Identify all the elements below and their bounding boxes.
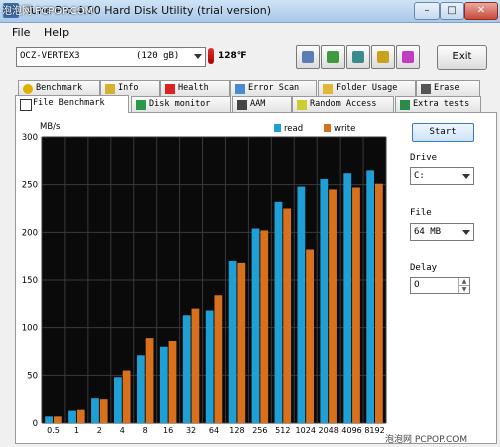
bar-read: [91, 398, 99, 423]
legend-label-write: write: [334, 124, 355, 134]
x-tick-label: 8: [143, 426, 148, 435]
y-tick-label: 0: [33, 419, 38, 429]
x-tick-label: 1024: [296, 426, 316, 435]
bar-write: [122, 370, 131, 423]
file-size-value: 64 MB: [414, 227, 442, 237]
x-tick-label: 2048: [318, 426, 338, 435]
x-tick-label: 0.5: [47, 426, 60, 435]
spin-up-icon[interactable]: ▲: [458, 278, 469, 286]
tab-file-benchmark[interactable]: File Benchmark: [15, 95, 129, 113]
legend-label-read: read: [284, 124, 303, 134]
credit-text: 泡泡网 PCPOP.COM: [385, 435, 468, 445]
spin-down-icon[interactable]: ▼: [458, 286, 469, 293]
bar-read: [68, 410, 76, 423]
legend-swatch-write: [324, 124, 331, 132]
start-button[interactable]: Start: [412, 123, 474, 142]
bar-read: [205, 310, 214, 423]
bar-write: [168, 341, 177, 423]
y-tick-label: 100: [22, 324, 38, 334]
x-tick-label: 2: [97, 426, 102, 435]
bar-read: [251, 228, 260, 423]
bar-read: [274, 201, 283, 423]
x-tick-label: 32: [186, 426, 196, 435]
x-tick-label: 512: [275, 426, 290, 435]
chevron-down-icon: [462, 230, 470, 235]
drive-label: Drive: [410, 153, 438, 163]
y-axis-label: MB/s: [40, 122, 61, 132]
x-tick-label: 1: [74, 426, 79, 435]
bar-read: [297, 186, 306, 423]
delay-spinner[interactable]: 0 ▲ ▼: [410, 277, 470, 294]
bar-write: [191, 308, 200, 423]
legend-swatch-read: [274, 124, 281, 132]
file-icon: [20, 99, 32, 111]
x-tick-label: 256: [252, 426, 267, 435]
file-label: File: [410, 208, 432, 218]
delay-label: Delay: [410, 263, 438, 273]
bar-write: [283, 208, 292, 423]
bar-read: [45, 416, 54, 423]
bar-read: [320, 178, 329, 423]
bar-write: [260, 230, 269, 423]
bar-write: [306, 249, 314, 423]
bar-write: [352, 187, 360, 423]
y-tick-label: 150: [22, 276, 38, 286]
file-size-dropdown[interactable]: 64 MB: [410, 223, 474, 241]
x-tick-label: 8192: [364, 426, 384, 435]
drive-value: C:: [414, 171, 425, 181]
bar-write: [237, 262, 246, 423]
bar-write: [214, 295, 223, 423]
x-tick-label: 16: [163, 426, 173, 435]
y-tick-label: 250: [22, 181, 38, 191]
bar-write: [374, 183, 383, 423]
x-tick-label: 64: [209, 426, 219, 435]
y-tick-label: 300: [22, 133, 38, 143]
bar-write: [329, 189, 337, 423]
bar-write: [99, 399, 108, 423]
chevron-down-icon: [462, 174, 470, 179]
x-tick-label: 4: [120, 426, 125, 435]
x-tick-label: 4096: [341, 426, 361, 435]
bar-read: [366, 170, 375, 423]
bar-write: [76, 409, 85, 423]
bar-write: [53, 416, 62, 423]
x-tick-label: 128: [229, 426, 244, 435]
bar-write: [145, 338, 154, 423]
drive-dropdown[interactable]: C:: [410, 167, 474, 185]
delay-value: 0: [414, 280, 420, 290]
y-tick-label: 50: [27, 371, 38, 381]
bar-read: [136, 355, 145, 423]
y-tick-label: 200: [22, 228, 38, 238]
bar-read: [228, 260, 237, 423]
bar-read: [182, 315, 191, 423]
bar-read: [114, 377, 122, 423]
bar-read: [159, 346, 168, 423]
bar-read: [343, 173, 352, 423]
